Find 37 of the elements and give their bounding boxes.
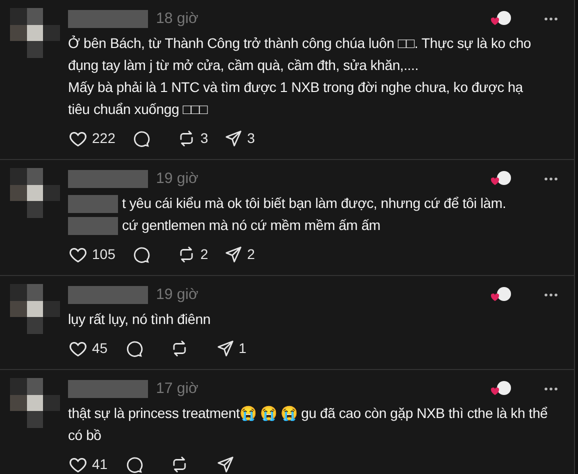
comment-text: Ở bên Bách, từ Thành Công trở thành công chúa luôn □□. Thực sự là ko cho đụng tay làm j từ mở cửa, cầm quà, cầm đth, sửa khăn,.... Mấy bà phải là 1 NTC và tìm được 1 NXB trong đời nghe chưa, ko được hạ tiêu chuẩn xuốngg □□□ — [68, 34, 532, 119]
more-icon — [544, 177, 558, 181]
comment-text: t yêu cái kiểu mà ok tôi biết bạn làm được, nhưng cứ để tôi làm. cứ gentlemen mà nó cứ mềm mềm ấm ấm — [68, 192, 562, 236]
comment-text: lụy rất lụy, nó tình điênn — [68, 310, 212, 329]
liked-avatar-icon — [490, 380, 512, 398]
share-icon — [216, 339, 235, 358]
avatar-placeholder — [10, 284, 60, 334]
more-icon — [544, 387, 558, 391]
comment-icon — [131, 245, 150, 264]
like-button[interactable]: 105 — [68, 244, 116, 265]
share-button[interactable]: 2 — [224, 244, 255, 265]
avatar-placeholder — [10, 168, 60, 218]
share-icon — [216, 455, 235, 474]
timestamp: 18 giờ — [156, 8, 198, 29]
timestamp: 19 giờ — [156, 284, 198, 305]
like-button[interactable]: 222 — [68, 128, 116, 149]
repost-button[interactable]: 2 — [177, 244, 208, 265]
share-icon — [224, 129, 244, 148]
share-button[interactable]: 3 — [224, 128, 255, 149]
more-icon — [544, 293, 558, 297]
timestamp: 17 giờ — [156, 378, 198, 399]
share-icon — [224, 245, 244, 264]
more-icon — [544, 17, 558, 21]
like-button[interactable]: 45 — [68, 338, 108, 359]
comment-icon — [131, 129, 150, 148]
repost-button[interactable]: 3 — [177, 128, 208, 149]
liked-avatar-icon — [490, 10, 512, 28]
redacted-block — [68, 195, 118, 214]
avatar-placeholder — [10, 8, 60, 58]
avatar-placeholder — [10, 378, 60, 428]
share-button[interactable]: 1 — [216, 338, 246, 359]
comment-text: thật sự là princess treatment😭 😭 😭 gu đã cao còn gặp NXB thì cthe là kh thể có bồ — [68, 404, 549, 445]
timestamp: 19 giờ — [156, 168, 198, 189]
liked-avatar-icon — [490, 170, 512, 188]
like-button[interactable]: 41 — [68, 454, 108, 474]
liked-avatar-icon — [490, 286, 512, 304]
redacted-block — [68, 217, 118, 236]
